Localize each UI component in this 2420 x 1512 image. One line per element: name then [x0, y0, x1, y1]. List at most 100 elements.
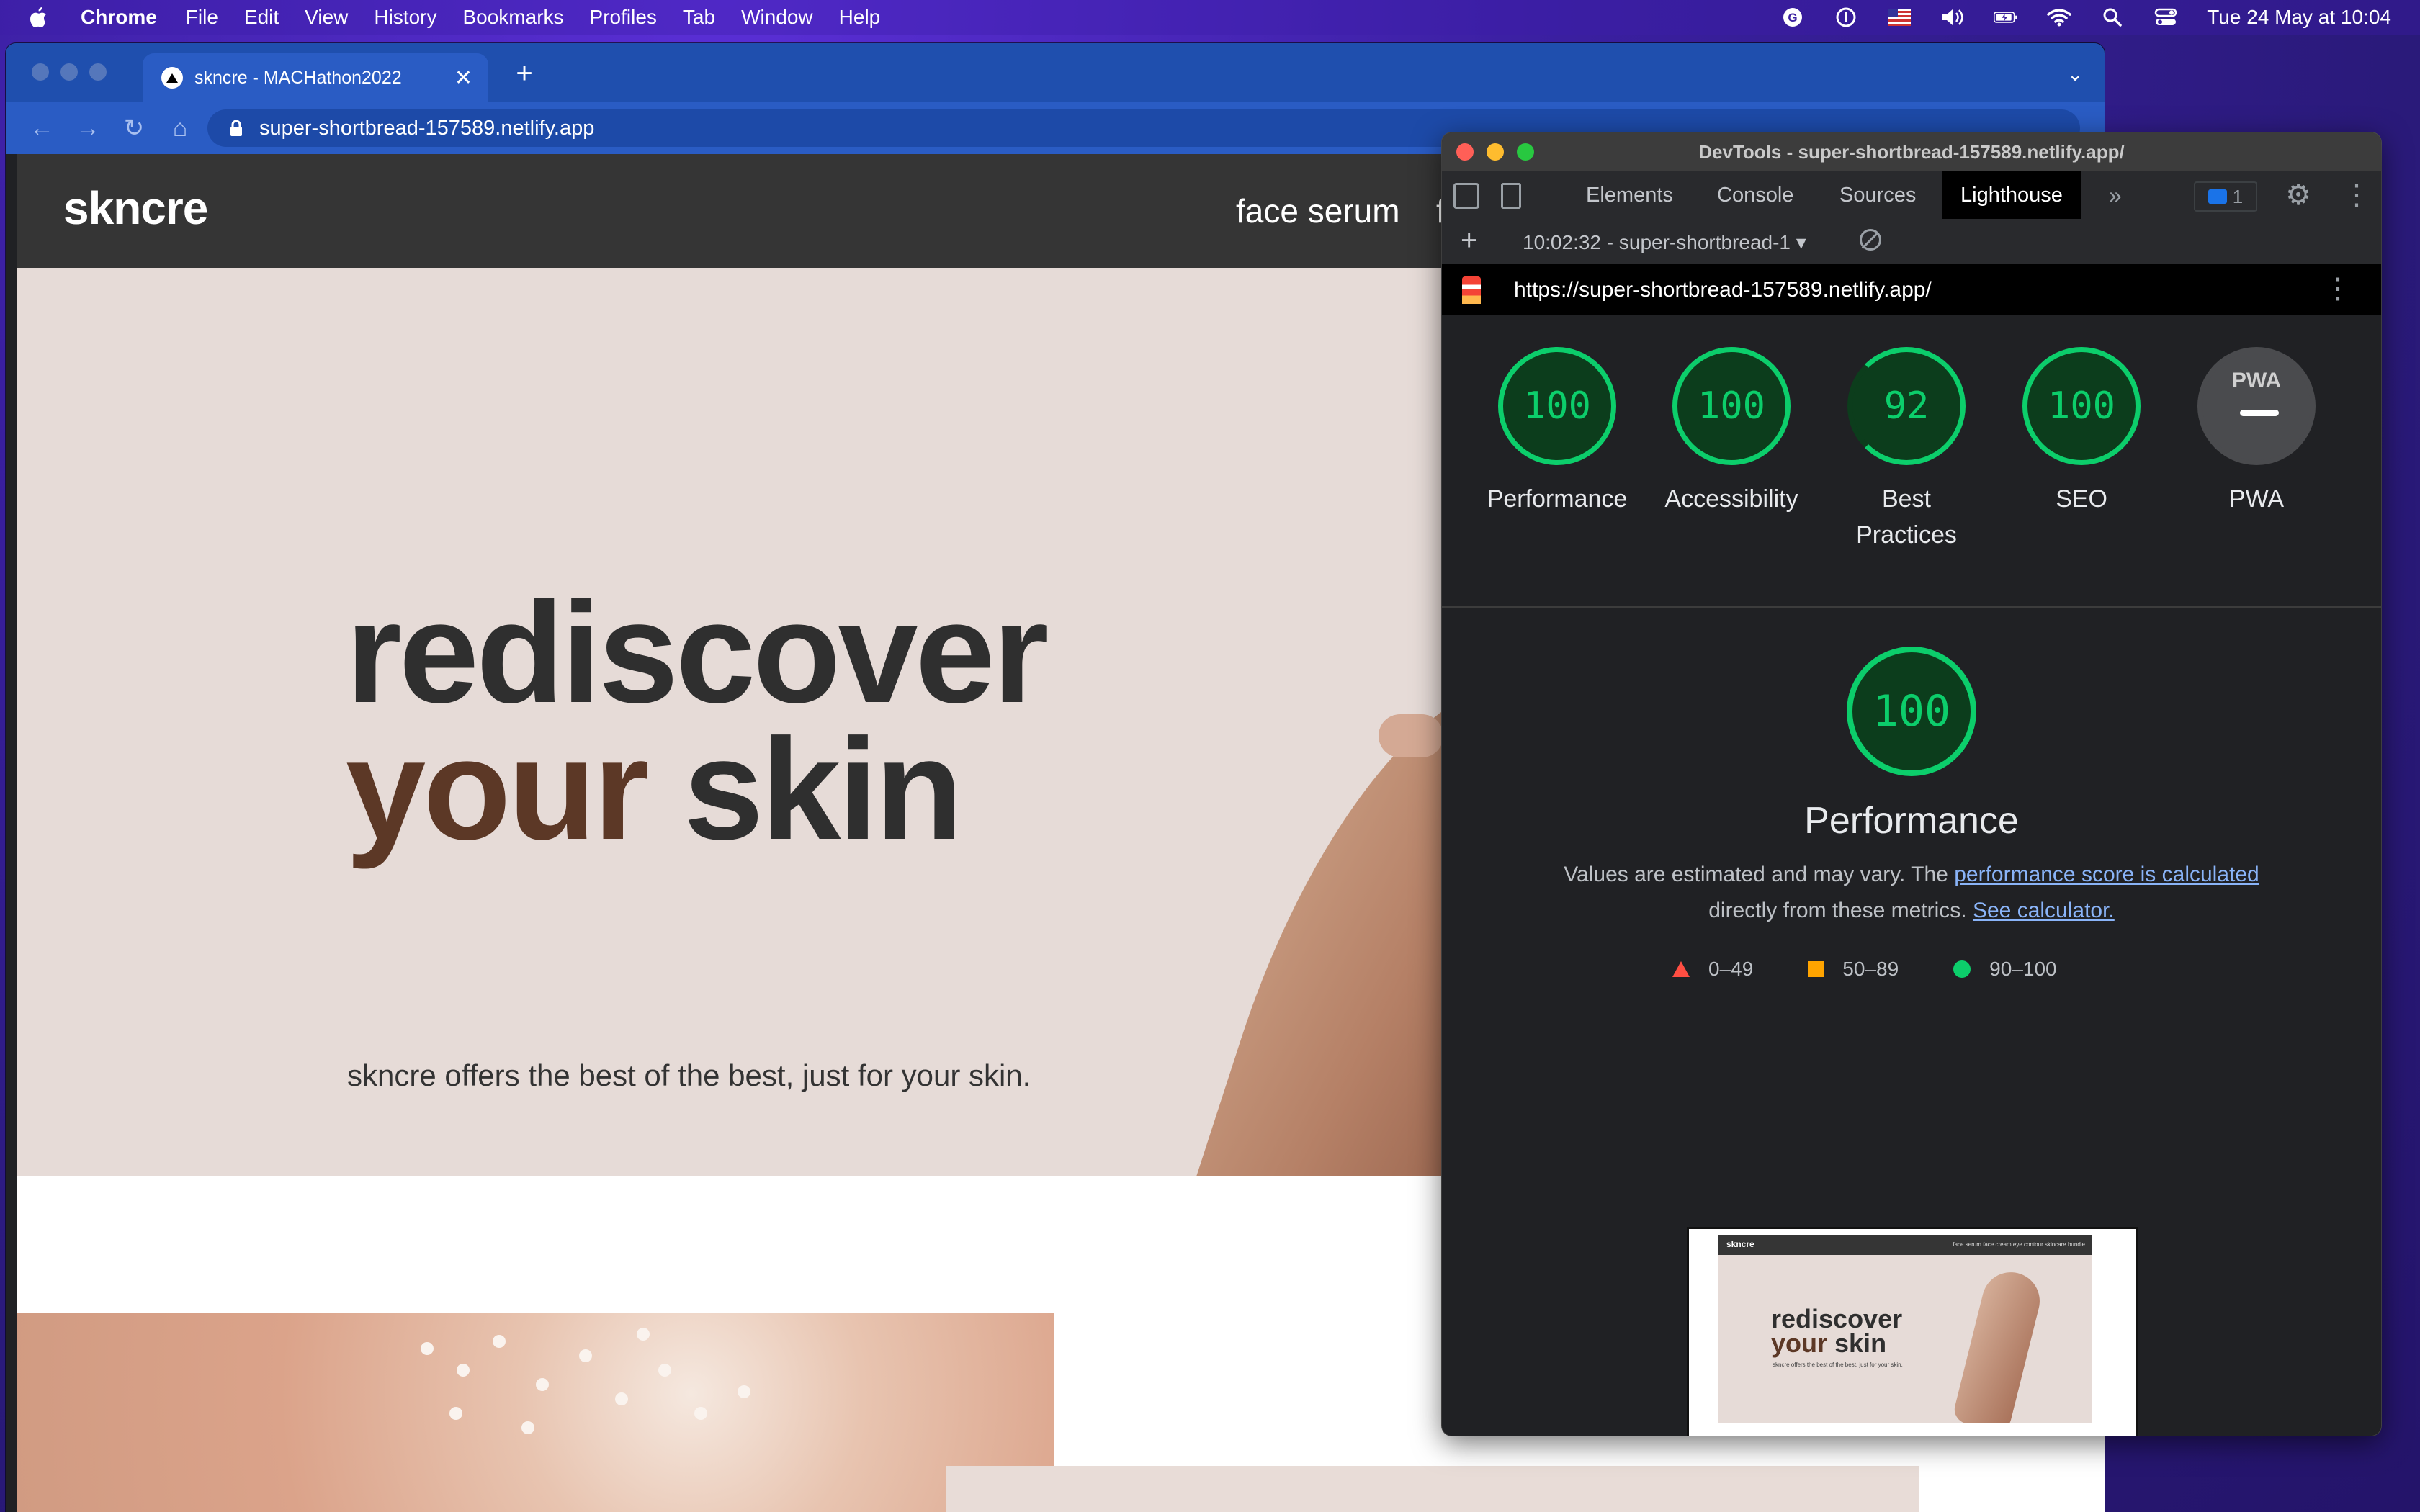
devtools-window-controls [1456, 143, 1534, 161]
gauge-seo-value: 100 [2022, 347, 2141, 465]
issues-button[interactable]: 1 [2194, 181, 2257, 212]
forward-arrow-icon[interactable]: → [73, 114, 102, 143]
netlify-favicon-icon [161, 67, 183, 89]
settings-gear-icon[interactable]: ⚙ [2283, 180, 2313, 210]
back-arrow-icon[interactable]: ← [27, 114, 56, 143]
devtools-tab-bar: Elements Console Sources Lighthouse » 1 … [1442, 171, 2381, 220]
app-menu-chrome[interactable]: Chrome [81, 6, 157, 29]
menu-file[interactable]: File [186, 6, 218, 29]
menu-help[interactable]: Help [839, 6, 881, 29]
wifi-icon[interactable] [2047, 6, 2071, 28]
desc-text-1: Values are estimated and may vary. The [1564, 863, 1955, 886]
reload-icon[interactable]: ↻ [120, 114, 148, 143]
menu-profiles[interactable]: Profiles [590, 6, 657, 29]
see-calculator-link[interactable]: See calculator. [1973, 899, 2115, 922]
score-legend: 0–49 50–89 90–100 [1672, 958, 2112, 981]
gauge-seo[interactable]: 100 SEO [2002, 347, 2161, 517]
menu-edit[interactable]: Edit [244, 6, 279, 29]
legend-average: 50–89 [1808, 958, 1899, 981]
thumbnail-logo: skncre [1726, 1239, 1754, 1249]
minimize-window-button[interactable] [60, 63, 78, 81]
zoom-window-button[interactable] [89, 63, 107, 81]
tab-sources[interactable]: Sources [1839, 171, 1916, 219]
thumbnail-title-line2: your skin [1771, 1331, 1902, 1356]
inspect-element-icon[interactable] [1453, 183, 1479, 209]
tab-title: skncre - MACHathon2022 [194, 67, 402, 88]
tab-console[interactable]: Console [1717, 171, 1793, 219]
gauge-accessibility[interactable]: 100 Accessibility [1652, 347, 1811, 517]
score-gauges: 100 Performance 100 Accessibility 92 Bes… [1442, 315, 2381, 608]
score-calculated-link[interactable]: performance score is calculated [1954, 863, 2259, 886]
issues-count: 1 [2232, 185, 2244, 207]
clear-reports-icon[interactable] [1860, 229, 1881, 251]
pwa-badge-icon: PWA [2197, 347, 2316, 465]
1password-icon[interactable] [1834, 6, 1858, 28]
desc-text-2: directly from these metrics. [1708, 899, 1973, 922]
new-tab-button[interactable]: + [510, 59, 539, 88]
site-nav-face-serum[interactable]: face serum [1236, 192, 1400, 230]
legend-fail-label: 0–49 [1708, 958, 1754, 980]
tab-lighthouse[interactable]: Lighthouse [1942, 171, 2081, 219]
flag-us-icon[interactable] [1887, 6, 1912, 28]
lock-icon [230, 120, 242, 136]
legend-average-label: 50–89 [1842, 958, 1899, 980]
device-toolbar-icon[interactable] [1501, 183, 1521, 209]
thumbnail-title-accent: your [1771, 1328, 1828, 1358]
thumbnail-title-rest: skin [1827, 1328, 1887, 1358]
menu-view[interactable]: View [305, 6, 348, 29]
menu-bookmarks[interactable]: Bookmarks [462, 6, 563, 29]
performance-score-gauge: 100 [1847, 647, 1976, 776]
browser-tab-active[interactable]: skncre - MACHathon2022 ✕ [143, 53, 488, 102]
thumbnail-subtitle: skncre offers the best of the best, just… [1773, 1362, 1903, 1368]
close-window-button[interactable] [32, 63, 49, 81]
gauge-best-practices-value: 92 [1847, 347, 1966, 465]
gauge-performance[interactable]: 100 Performance [1478, 347, 1636, 517]
devtools-titlebar: DevTools - super-shortbread-157589.netli… [1442, 132, 2381, 171]
address-bar-url: super-shortbread-157589.netlify.app [259, 116, 595, 140]
report-selector[interactable]: 10:02:32 - super-shortbread-1 ▾ [1523, 230, 1806, 254]
volume-icon[interactable] [1940, 6, 1965, 28]
hero-title-rest: skin [646, 709, 963, 870]
home-icon[interactable]: ⌂ [166, 114, 194, 143]
devtools-zoom-button[interactable] [1517, 143, 1534, 161]
performance-description: Values are estimated and may vary. The p… [1528, 857, 2295, 929]
legend-pass: 90–100 [1953, 958, 2057, 981]
more-tabs-icon[interactable]: » [2109, 171, 2122, 219]
new-report-plus-icon[interactable]: + [1461, 225, 1477, 257]
grammarly-icon[interactable]: G [1780, 6, 1805, 28]
thumbnail-title-line1: rediscover [1771, 1304, 1903, 1333]
gauge-pwa[interactable]: PWA PWA [2177, 347, 2336, 517]
gauge-pwa-label: PWA [2228, 485, 2285, 513]
thumbnail-title: rediscover your skin [1771, 1304, 1903, 1356]
tab-close-icon[interactable]: ✕ [454, 66, 472, 91]
report-menu-icon[interactable]: ⋮ [2323, 272, 2352, 305]
control-center-icon[interactable] [2154, 6, 2178, 28]
devtools-more-options-icon[interactable]: ⋮ [2342, 180, 2371, 210]
page-screenshot-thumbnail[interactable]: skncre face serum face cream eye contour… [1687, 1227, 2138, 1436]
devtools-window: DevTools - super-shortbread-157589.netli… [1442, 132, 2381, 1436]
report-url[interactable]: https://super-shortbread-157589.netlify.… [1514, 278, 1932, 302]
gauge-best-practices[interactable]: 92 Best Practices [1827, 347, 1986, 553]
thumbnail-white-band [1718, 1423, 2092, 1436]
performance-section: 100 Performance Values are estimated and… [1442, 608, 2381, 1436]
legend-pass-label: 90–100 [1989, 958, 2057, 980]
tab-elements[interactable]: Elements [1586, 171, 1673, 219]
spotlight-icon[interactable] [2100, 6, 2125, 28]
window-controls [32, 63, 107, 81]
tab-search-chevron-icon[interactable]: ⌄ [2067, 63, 2083, 86]
thumbnail-page: skncre face serum face cream eye contour… [1718, 1235, 2092, 1436]
devtools-minimize-button[interactable] [1487, 143, 1504, 161]
fail-triangle-icon [1672, 961, 1690, 977]
menubar-clock[interactable]: Tue 24 May at 10:04 [2207, 6, 2391, 29]
macos-menu-bar: Chrome File Edit View History Bookmarks … [0, 0, 2420, 35]
site-logo[interactable]: skncre [63, 181, 208, 235]
battery-icon[interactable] [1994, 6, 2018, 28]
menu-history[interactable]: History [374, 6, 436, 29]
apple-menu-icon[interactable] [27, 6, 48, 29]
lighthouse-url-bar: https://super-shortbread-157589.netlify.… [1442, 264, 2381, 315]
gauge-accessibility-label: Accessibility [1664, 485, 1798, 513]
devtools-title: DevTools - super-shortbread-157589.netli… [1698, 141, 2125, 163]
devtools-close-button[interactable] [1456, 143, 1474, 161]
menu-tab[interactable]: Tab [683, 6, 715, 29]
menu-window[interactable]: Window [741, 6, 813, 29]
